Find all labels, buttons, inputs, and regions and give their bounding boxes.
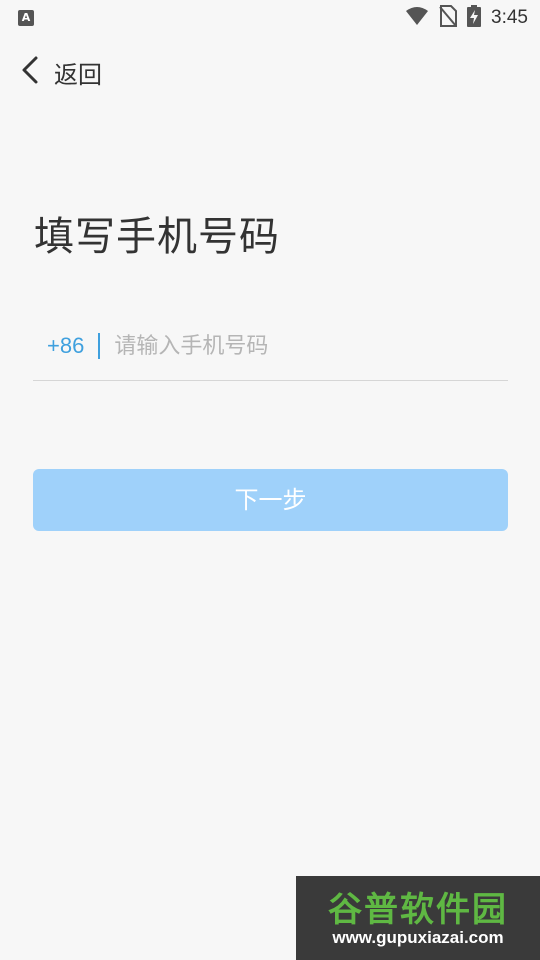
- next-step-button[interactable]: 下一步: [33, 469, 508, 531]
- watermark-title: 谷普软件园: [328, 890, 508, 930]
- status-time: 3:45: [491, 7, 528, 28]
- notification-a-icon: A: [18, 10, 34, 26]
- chevron-left-icon: [20, 55, 40, 89]
- status-bar: A 3:45: [0, 0, 540, 36]
- watermark-url: www.gupuxiazai.com: [332, 928, 504, 947]
- status-icons: 3:45: [405, 5, 528, 31]
- wifi-icon: [405, 6, 429, 30]
- back-label: 返回: [54, 60, 102, 89]
- watermark-logo: 谷普软件园 www.gupuxiazai.com: [296, 876, 540, 960]
- country-code-divider: [98, 333, 101, 359]
- no-sim-icon: [439, 5, 458, 31]
- page-title: 填写手机号码: [34, 214, 280, 260]
- country-code[interactable]: +86: [47, 333, 84, 359]
- phone-input-row: +86: [33, 312, 508, 381]
- back-button[interactable]: 返回: [20, 52, 102, 92]
- battery-charging-icon: [467, 5, 482, 31]
- nav-bar: 返回: [0, 44, 540, 102]
- phone-number-input[interactable]: [114, 326, 508, 366]
